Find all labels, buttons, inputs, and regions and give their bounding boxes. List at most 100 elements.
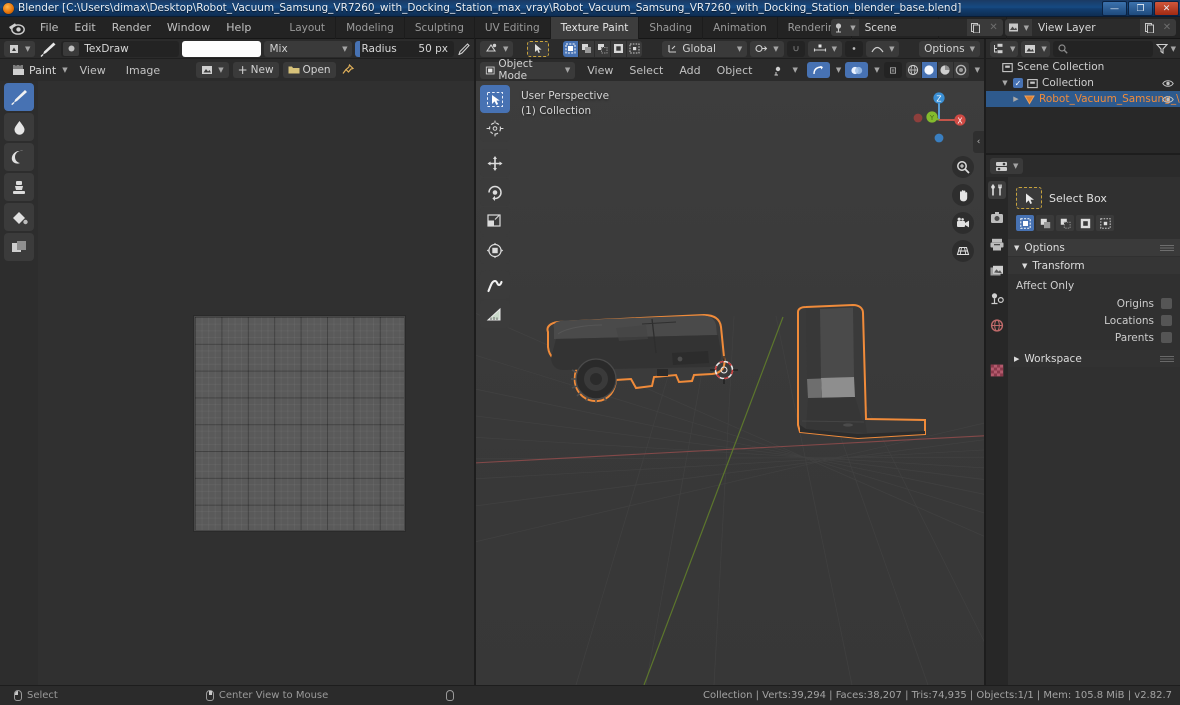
- menu-edit[interactable]: Edit: [66, 19, 103, 36]
- interaction-mode-dropdown[interactable]: Object Mode ▼: [480, 58, 576, 82]
- set-new-icon[interactable]: [1016, 215, 1034, 231]
- proportional-editing-toggle[interactable]: [845, 40, 864, 57]
- fill-tool[interactable]: [4, 203, 34, 231]
- checkbox[interactable]: [1161, 332, 1172, 343]
- radius-pressure-icon[interactable]: [457, 42, 470, 55]
- affect-only-origins-row[interactable]: Origins: [1008, 295, 1180, 312]
- select-mode-buttons[interactable]: [563, 40, 643, 57]
- scale-tool[interactable]: [480, 207, 510, 235]
- gizmo-dropdown-chevron[interactable]: ▼: [836, 66, 841, 74]
- smear-tool[interactable]: [4, 143, 34, 171]
- transform-orientation-dropdown[interactable]: Global ▼: [662, 40, 748, 57]
- brush-preview-icon[interactable]: [38, 41, 58, 57]
- viewport-menu-view[interactable]: View: [579, 62, 621, 79]
- pin-icon[interactable]: [340, 64, 356, 76]
- measure-tool[interactable]: [480, 300, 510, 328]
- snap-toggle-button[interactable]: [786, 40, 805, 57]
- scene-selector[interactable]: ▼ Scene ✕: [831, 19, 1003, 36]
- extend-icon[interactable]: [1036, 215, 1054, 231]
- snap-pivot-dropdown[interactable]: ▼: [750, 40, 784, 57]
- image-datablock-browse-button[interactable]: ▼: [196, 62, 229, 78]
- workspace-tab-layout[interactable]: Layout: [279, 16, 337, 39]
- viewport-options-dropdown[interactable]: Options ▼: [919, 40, 980, 57]
- transform-tool[interactable]: [480, 236, 510, 264]
- minimize-button[interactable]: —: [1102, 1, 1127, 16]
- texture-tab[interactable]: [988, 361, 1006, 379]
- hand-pan-icon[interactable]: [952, 184, 974, 206]
- disclosure-triangle-icon[interactable]: ▶: [1012, 95, 1020, 103]
- collection-checkbox[interactable]: ✓: [1013, 78, 1023, 88]
- navigation-gizmo[interactable]: Z X Y: [908, 87, 970, 149]
- checkbox[interactable]: [1161, 298, 1172, 309]
- solid-shading-icon[interactable]: [921, 62, 937, 78]
- maximize-button[interactable]: ❐: [1128, 1, 1153, 16]
- brush-datablock[interactable]: TexDraw: [61, 40, 180, 57]
- overlays-toggle[interactable]: [845, 62, 869, 78]
- select-set-new-icon[interactable]: [563, 40, 579, 57]
- viewport-menu-select[interactable]: Select: [621, 62, 671, 79]
- remove-view-layer-button[interactable]: ✕: [1158, 19, 1176, 36]
- material-preview-shading-icon[interactable]: [937, 62, 953, 78]
- intersect-icon[interactable]: [1096, 215, 1114, 231]
- workspace-tab-shading[interactable]: Shading: [639, 16, 704, 39]
- select-box-tool[interactable]: [480, 85, 510, 113]
- scene-tab[interactable]: [988, 289, 1006, 307]
- invert-icon[interactable]: [1076, 215, 1094, 231]
- viewport-menu-add[interactable]: Add: [671, 62, 708, 79]
- cursor-tool[interactable]: [480, 114, 510, 142]
- display-mode-dropdown[interactable]: ▼: [1021, 40, 1050, 57]
- new-view-layer-button[interactable]: [1140, 19, 1158, 36]
- soften-tool[interactable]: [4, 113, 34, 141]
- outliner-row[interactable]: ▼ ✓ Collection: [986, 75, 1180, 91]
- unlink-scene-button[interactable]: ✕: [984, 19, 1003, 36]
- editor-type-button-outliner[interactable]: ▼: [990, 40, 1019, 57]
- workspace-tab-texture-paint[interactable]: Texture Paint: [550, 16, 640, 39]
- snap-options-dropdown[interactable]: ▼: [807, 40, 843, 57]
- clone-tool[interactable]: [4, 173, 34, 201]
- view-layer-selector[interactable]: ▼ View Layer ✕: [1004, 19, 1176, 36]
- rendered-shading-icon[interactable]: [953, 62, 969, 78]
- paint-mode-label[interactable]: Paint: [29, 64, 56, 77]
- visibility-dropdown[interactable]: ▼: [768, 62, 802, 78]
- annotate-tool[interactable]: [480, 271, 510, 299]
- world-tab[interactable]: [988, 316, 1006, 334]
- mask-tool[interactable]: [4, 233, 34, 261]
- new-scene-button[interactable]: [966, 19, 985, 36]
- outliner-row[interactable]: Scene Collection: [986, 59, 1180, 75]
- view-layer-icon[interactable]: ▼: [1004, 19, 1032, 36]
- image-editor-view-menu[interactable]: View: [72, 62, 114, 79]
- scene-icon[interactable]: ▼: [831, 19, 859, 36]
- camera-icon[interactable]: [952, 212, 974, 234]
- select-intersect-icon[interactable]: [627, 40, 643, 57]
- draw-brush-tool[interactable]: [4, 83, 34, 111]
- select-subtract-icon[interactable]: [595, 40, 611, 57]
- new-image-button[interactable]: + New: [232, 62, 279, 78]
- select-mode-row[interactable]: [1008, 215, 1180, 239]
- menu-render[interactable]: Render: [104, 19, 159, 36]
- grid-ortho-icon[interactable]: [952, 240, 974, 262]
- select-invert-icon[interactable]: [611, 40, 627, 57]
- image-canvas-area[interactable]: [38, 81, 474, 685]
- visibility-eye-icon[interactable]: [1162, 79, 1174, 88]
- close-button[interactable]: ✕: [1154, 1, 1179, 16]
- view-layer-name[interactable]: View Layer: [1032, 19, 1140, 36]
- open-image-button[interactable]: Open: [282, 62, 336, 78]
- outliner-filter-icon[interactable]: ▼: [1155, 43, 1176, 54]
- workspace-panel-header[interactable]: ▶ Workspace: [1008, 350, 1180, 367]
- sidebar-collapse-arrow-icon[interactable]: ‹: [973, 131, 984, 153]
- editor-type-button[interactable]: ▼: [4, 40, 36, 57]
- move-tool[interactable]: [480, 149, 510, 177]
- tool-tab[interactable]: [988, 181, 1006, 199]
- outliner-row[interactable]: ▶ Robot_Vacuum_Samsung_\: [986, 91, 1180, 107]
- viewport-menu-object[interactable]: Object: [709, 62, 761, 79]
- workspace-tab-uv-editing[interactable]: UV Editing: [475, 16, 551, 39]
- checkbox[interactable]: [1161, 315, 1172, 326]
- image-editor-image-menu[interactable]: Image: [118, 62, 168, 79]
- blender-logo-icon[interactable]: [6, 20, 26, 36]
- rotate-tool[interactable]: [480, 178, 510, 206]
- active-tool-row[interactable]: Select Box: [1008, 185, 1180, 215]
- select-extend-icon[interactable]: [579, 40, 595, 57]
- menu-file[interactable]: File: [32, 19, 66, 36]
- render-tab[interactable]: [988, 208, 1006, 226]
- disclosure-triangle-icon[interactable]: ▼: [1001, 79, 1009, 87]
